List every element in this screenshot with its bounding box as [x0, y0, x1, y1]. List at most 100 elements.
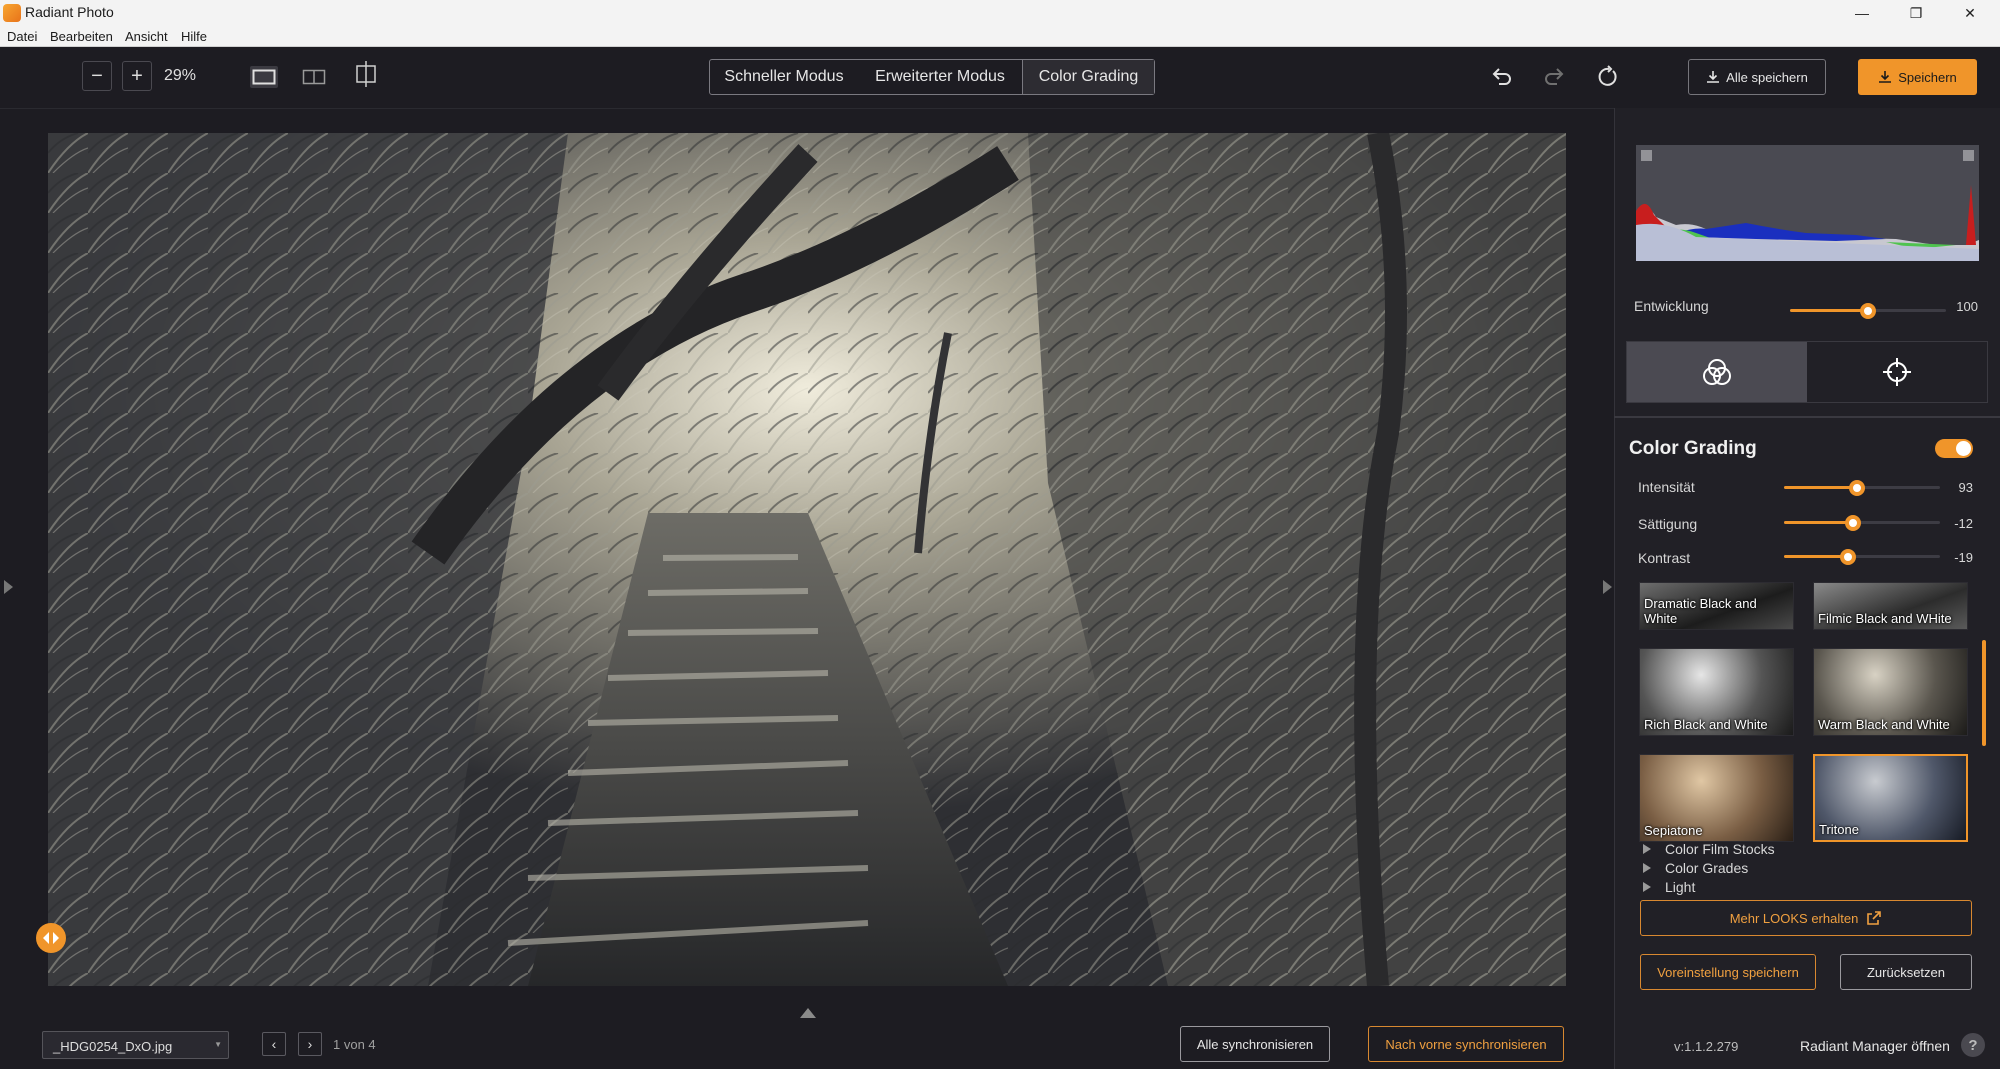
contrast-label: Kontrast: [1638, 550, 1691, 566]
save-preset-button[interactable]: Voreinstellung speichern: [1640, 954, 1816, 990]
maximize-button[interactable]: ❐: [1888, 0, 1944, 26]
development-value: 100: [1956, 299, 1978, 314]
look-label: Rich Black and White: [1644, 717, 1768, 732]
compare-slider-handle[interactable]: [36, 923, 66, 953]
menu-hilfe[interactable]: Hilfe: [181, 29, 207, 44]
look-label: Dramatic Black and White: [1644, 596, 1757, 626]
reset-button[interactable]: Zurücksetzen: [1840, 954, 1972, 990]
color-grading-toggle[interactable]: [1935, 439, 1973, 458]
saturation-label: Sättigung: [1638, 516, 1698, 532]
file-name: _HDG0254_DxO.jpg: [53, 1039, 173, 1054]
save-all-button[interactable]: Alle speichern: [1688, 59, 1826, 95]
looks-scrollbar[interactable]: [1982, 640, 1986, 746]
single-view-icon[interactable]: [250, 66, 278, 88]
look-sepiatone[interactable]: Sepiatone: [1639, 754, 1794, 842]
contrast-value: -19: [1954, 550, 1973, 565]
sync-all-button[interactable]: Alle synchronisieren: [1180, 1026, 1330, 1062]
sync-forward-button[interactable]: Nach vorne synchronisieren: [1368, 1026, 1564, 1062]
intensity-label: Intensität: [1638, 479, 1695, 495]
tab-target[interactable]: [1807, 342, 1987, 402]
zoom-in-button[interactable]: +: [122, 61, 152, 91]
external-link-icon: [1867, 911, 1882, 925]
expand-arrow-icon: [1643, 863, 1651, 873]
category-light[interactable]: Light: [1643, 879, 1695, 895]
development-label: Entwicklung: [1634, 298, 1709, 314]
development-slider[interactable]: [1790, 303, 1946, 319]
menu-bar: [0, 26, 2000, 47]
section-title: Color Grading: [1629, 438, 1757, 459]
look-warm-bw[interactable]: Warm Black and White: [1813, 648, 1968, 736]
more-looks-label: Mehr LOOKS erhalten: [1729, 910, 1859, 926]
download-icon: [1879, 71, 1892, 83]
close-button[interactable]: ✕: [1942, 0, 1998, 26]
menu-ansicht[interactable]: Ansicht: [125, 29, 168, 44]
reset-rotate-icon[interactable]: [1591, 61, 1623, 93]
save-button[interactable]: Speichern: [1858, 59, 1977, 95]
save-label: Speichern: [1898, 69, 1957, 85]
crop-view-icon[interactable]: [352, 61, 380, 87]
radiant-manager-link[interactable]: Radiant Manager öffnen: [1800, 1038, 1950, 1054]
photo-preview[interactable]: [48, 133, 1566, 986]
right-panel-toggle-icon[interactable]: [1603, 580, 1612, 594]
shadow-clipping-icon[interactable]: [1641, 150, 1652, 161]
menu-bearbeiten[interactable]: Bearbeiten: [50, 29, 113, 44]
contrast-slider[interactable]: [1784, 549, 1940, 565]
version-label: v:1.1.2.279: [1674, 1039, 1739, 1054]
undo-icon[interactable]: [1486, 61, 1518, 93]
expand-arrow-icon: [1643, 844, 1651, 854]
zoom-out-button[interactable]: −: [82, 61, 112, 91]
look-dramatic-bw[interactable]: Dramatic Black and White: [1639, 582, 1794, 630]
saturation-slider[interactable]: [1784, 515, 1940, 531]
chevron-right-icon: ›: [307, 1036, 313, 1052]
redo-icon[interactable]: [1538, 61, 1570, 93]
tab-looks[interactable]: [1627, 342, 1807, 402]
category-label: Light: [1665, 879, 1696, 895]
look-label: Sepiatone: [1644, 823, 1703, 838]
tab-erweiterter-modus[interactable]: Erweiterter Modus: [858, 60, 1022, 94]
crosshair-icon: [1883, 358, 1911, 386]
tab-schneller-modus[interactable]: Schneller Modus: [710, 60, 858, 94]
category-label: Color Grades: [1665, 860, 1749, 876]
more-looks-button[interactable]: Mehr LOOKS erhalten: [1640, 900, 1972, 936]
look-filmic-bw[interactable]: Filmic Black and WHite: [1813, 582, 1968, 630]
left-panel-toggle-icon[interactable]: [4, 580, 13, 594]
help-icon[interactable]: ?: [1961, 1033, 1985, 1057]
forest-stairs-photo: [48, 133, 1566, 986]
look-label: Tritone: [1819, 822, 1859, 837]
chevron-down-icon: ▼: [214, 1040, 222, 1049]
save-all-label: Alle speichern: [1726, 69, 1808, 85]
app-logo-icon: [3, 4, 21, 22]
minimize-button[interactable]: —: [1834, 0, 1890, 26]
saturation-value: -12: [1954, 516, 1973, 531]
intensity-value: 93: [1958, 480, 1973, 495]
look-rich-bw[interactable]: Rich Black and White: [1639, 648, 1794, 736]
histogram: [1636, 145, 1979, 261]
look-label: Filmic Black and WHite: [1818, 611, 1952, 626]
expand-arrow-icon: [1643, 882, 1651, 892]
category-color-grades[interactable]: Color Grades: [1643, 860, 1748, 876]
look-tritone[interactable]: Tritone: [1813, 754, 1968, 842]
look-label: Warm Black and White: [1818, 717, 1950, 732]
intensity-slider[interactable]: [1784, 480, 1940, 496]
chevron-left-icon: ‹: [271, 1036, 277, 1052]
category-color-film-stocks[interactable]: Color Film Stocks: [1643, 841, 1775, 857]
title-bar: [0, 0, 2000, 26]
image-counter: 1 von 4: [333, 1037, 376, 1052]
panel-tabs: [1626, 341, 1988, 403]
tab-color-grading[interactable]: Color Grading: [1022, 60, 1154, 94]
zoom-level: 29%: [164, 67, 197, 84]
color-circles-icon: [1703, 359, 1731, 385]
next-image-button[interactable]: ›: [298, 1032, 322, 1056]
highlight-clipping-icon[interactable]: [1963, 150, 1974, 161]
file-selector[interactable]: _HDG0254_DxO.jpg ▼: [42, 1031, 229, 1059]
download-icon: [1707, 71, 1720, 83]
category-label: Color Film Stocks: [1665, 841, 1775, 857]
split-view-icon[interactable]: [300, 66, 328, 88]
menu-datei[interactable]: Datei: [7, 29, 37, 44]
filmstrip-toggle-icon[interactable]: [800, 1008, 816, 1018]
section-divider: [1614, 416, 2000, 418]
previous-image-button[interactable]: ‹: [262, 1032, 286, 1056]
mode-switcher: Schneller Modus Erweiterter Modus Color …: [709, 59, 1155, 95]
window-title: Radiant Photo: [25, 4, 114, 20]
split-arrows-icon: [43, 932, 59, 944]
